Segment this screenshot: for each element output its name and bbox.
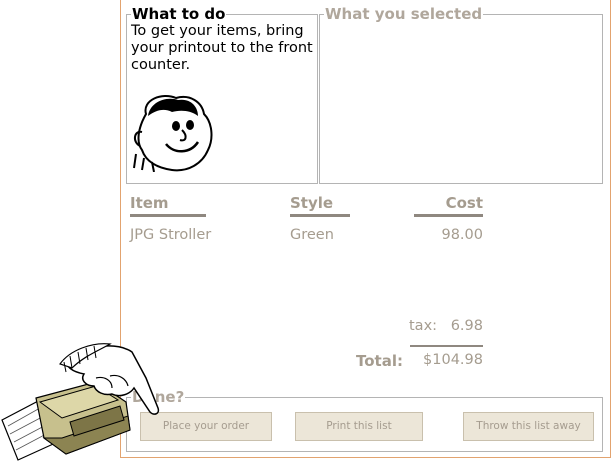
what-you-selected-heading: What you selected: [325, 5, 483, 23]
style-column-header: Style: [290, 194, 350, 217]
cost-column-header: Cost: [414, 194, 483, 217]
cartoon-man-icon: [133, 95, 213, 172]
total-value: $104.98: [423, 352, 483, 368]
what-you-selected-panel: What you selected: [319, 6, 603, 184]
total-label: Total:: [356, 352, 403, 370]
row-item-style: Green: [290, 227, 334, 243]
item-column-header: Item: [130, 194, 206, 217]
instructions-text: To get your items, bring your printout t…: [131, 23, 313, 73]
row-item-name: JPG Stroller: [130, 227, 212, 243]
total-divider: [410, 345, 483, 347]
print-list-button[interactable]: Print this list: [295, 412, 423, 441]
tax-value: 6.98: [450, 318, 483, 334]
throw-list-away-button[interactable]: Throw this list away: [463, 412, 594, 441]
row-item-cost: 98.00: [441, 227, 483, 243]
what-to-do-heading: What to do: [132, 5, 226, 23]
printer-hand-icon: [1, 343, 160, 461]
